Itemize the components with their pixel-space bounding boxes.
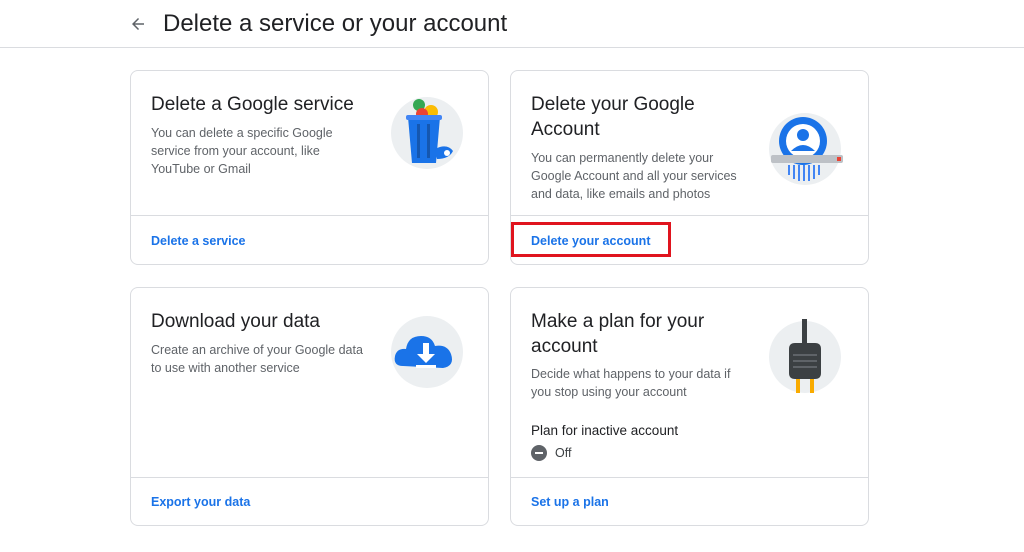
trash-can-icon (389, 95, 465, 171)
card-title: Delete your Google Account (531, 94, 695, 140)
off-status-icon (531, 445, 547, 461)
inactive-status: Off (531, 445, 571, 461)
highlight-box (511, 222, 671, 257)
cloud-download-icon (389, 314, 465, 390)
card-divider (131, 215, 488, 216)
card-title: Make a plan for your account (531, 311, 705, 357)
export-data-link[interactable]: Export your data (151, 494, 250, 510)
download-data-card: Download your data Create an archive of … (130, 287, 489, 526)
card-description: Decide what happens to your data if you … (531, 367, 731, 399)
inactive-account-label: Plan for inactive account (531, 423, 679, 438)
card-description: You can permanently delete your Google A… (531, 151, 737, 201)
card-description: Create an archive of your Google data to… (151, 343, 363, 375)
card-divider (131, 477, 488, 478)
card-title: Download your data (151, 311, 320, 332)
arrow-back-icon (132, 18, 144, 30)
card-divider (511, 477, 868, 478)
back-button[interactable] (124, 10, 152, 38)
card-title: Delete a Google service (151, 94, 354, 115)
power-plug-icon (767, 319, 843, 395)
status-text: Off (555, 446, 572, 460)
account-shredder-icon (767, 111, 843, 187)
top-header: Delete a service or your account (0, 0, 1024, 48)
delete-service-link[interactable]: Delete a service (151, 233, 246, 249)
card-description: You can delete a specific Google service… (151, 126, 333, 176)
delete-service-card: Delete a Google service You can delete a… (130, 70, 489, 265)
card-divider (511, 215, 868, 216)
plan-account-card: Make a plan for your account Decide what… (510, 287, 869, 526)
page-title: Delete a service or your account (163, 10, 508, 37)
setup-plan-link[interactable]: Set up a plan (531, 494, 609, 510)
